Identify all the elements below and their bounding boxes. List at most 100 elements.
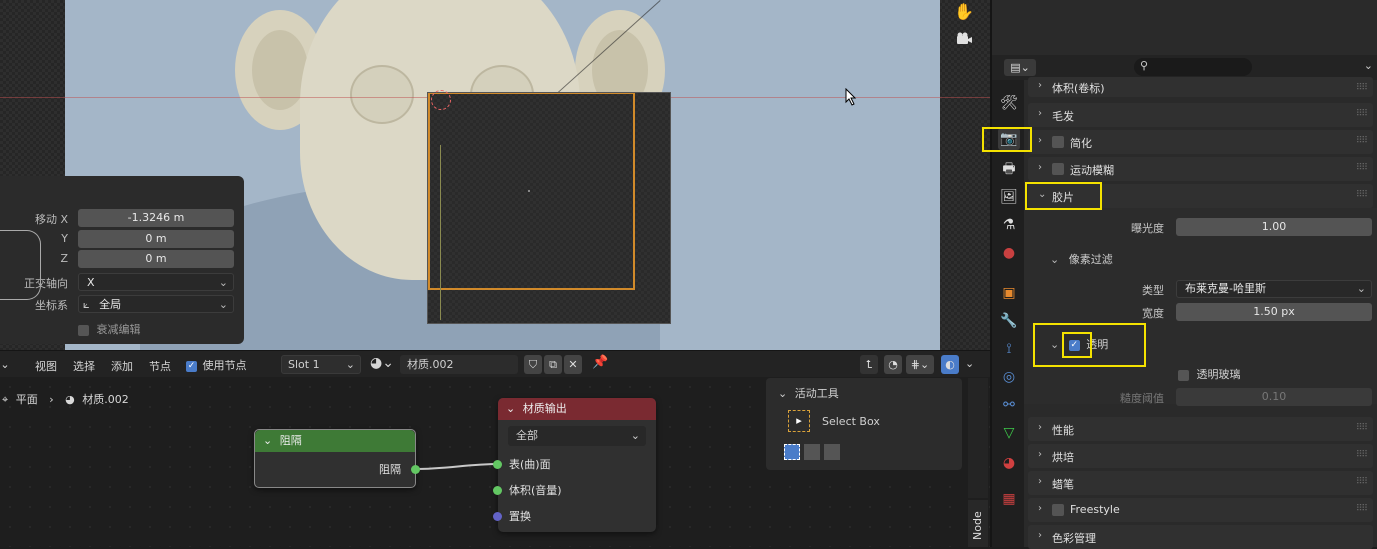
holdout-node[interactable]: ⌄ 阻隔 阻隔 (254, 429, 420, 488)
section-volume[interactable]: › 体积(卷标) ⠿⠿ (1028, 77, 1373, 97)
collapse-chevron-icon[interactable]: ⌄ (506, 402, 515, 415)
3d-viewport[interactable]: ✋ 移动 X -1.3246 m Y 0 m Z 0 m 正交轴向 X ⌄ 坐标… (0, 0, 990, 350)
transparent-glass-checkbox[interactable] (1178, 369, 1189, 381)
roughness-threshold-field[interactable]: 0.10 (1176, 388, 1372, 406)
move-y-field[interactable]: 0 m (78, 230, 234, 248)
ortho-axis-dropdown[interactable]: X ⌄ (78, 273, 234, 291)
material-sphere-icon[interactable]: ◕⌄ (370, 355, 394, 371)
section-motion-blur[interactable]: › 运动模糊 ⠿⠿ (1028, 157, 1373, 181)
snap-magnet-icon[interactable]: ◔ (884, 355, 902, 374)
material-output-header[interactable]: ⌄ 材质输出 (498, 398, 656, 420)
section-performance[interactable]: › 性能 ⠿⠿ (1028, 417, 1373, 441)
particles-tab-icon[interactable]: ⟟ (998, 338, 1020, 360)
drag-grip-icon[interactable]: ⠿⠿ (1356, 163, 1368, 173)
drag-grip-icon[interactable]: ⠿⠿ (1356, 83, 1368, 93)
unlink-x-icon[interactable]: ✕ (564, 355, 582, 374)
drag-grip-icon[interactable]: ⠿⠿ (1356, 190, 1368, 200)
transparent-glass-toggle[interactable]: 透明玻璃 (1178, 366, 1241, 382)
object-tab-icon[interactable]: ▣ (998, 282, 1020, 304)
overlay-icon[interactable]: ◐ (941, 355, 959, 374)
drag-grip-icon[interactable]: ⠿⠿ (1356, 450, 1368, 460)
pin-icon[interactable]: 📌 (592, 355, 608, 370)
drag-grip-icon[interactable]: ⠿⠿ (1356, 109, 1368, 119)
snap-grid-icon[interactable]: ⋕⌄ (906, 355, 934, 374)
fake-user-shield-icon[interactable]: ⛉ (524, 355, 542, 374)
breadcrumb-material[interactable]: 材质.002 (82, 393, 129, 406)
options-chevron-icon[interactable]: ⌄ (1364, 59, 1373, 72)
menu-select[interactable]: 选择 (73, 358, 95, 374)
drag-grip-icon[interactable]: ⠿⠿ (1356, 477, 1368, 487)
editor-chevron-icon[interactable]: ⌄ (0, 355, 10, 374)
mode-subtract-icon[interactable] (824, 444, 840, 460)
menu-view[interactable]: 视图 (35, 358, 57, 374)
data-tab-icon[interactable]: ▽ (998, 422, 1020, 444)
mode-extend-icon[interactable] (804, 444, 820, 460)
texture-tab-icon[interactable]: ▦ (998, 488, 1020, 510)
section-bake[interactable]: › 烘培 ⠿⠿ (1028, 444, 1373, 468)
motion-blur-checkbox[interactable] (1052, 163, 1064, 175)
material-output-node[interactable]: ⌄ 材质输出 全部 ⌄ 表(曲)面 体积(音量) 置换 (493, 398, 656, 532)
collapse-chevron-icon[interactable]: ⌄ (263, 434, 272, 447)
filter-type-dropdown[interactable]: 布莱克曼-哈里斯 ⌄ (1176, 280, 1372, 298)
filter-width-field[interactable]: 1.50 px (1176, 303, 1372, 321)
material-slot-dropdown[interactable]: Slot 1 ⌄ (281, 355, 361, 374)
tool-tab-icon[interactable]: 🛠 (998, 92, 1020, 114)
holdout-node-header[interactable]: ⌄ 阻隔 (255, 430, 415, 452)
expand-chevron-icon: › (1038, 476, 1042, 487)
falloff-checkbox[interactable] (78, 324, 89, 336)
mode-new-icon[interactable] (784, 444, 800, 460)
menu-node[interactable]: 节点 (149, 358, 171, 374)
section-simplify[interactable]: › 简化 ⠿⠿ (1028, 130, 1373, 154)
section-grease-pencil[interactable]: › 蜡笔 ⠿⠿ (1028, 471, 1373, 495)
section-freestyle[interactable]: › Freestyle ⠿⠿ (1028, 498, 1373, 522)
drag-grip-icon[interactable]: ⠿⠿ (1356, 423, 1368, 433)
duplicate-material-icon[interactable]: ⧉ (544, 355, 562, 374)
viewport-nav: ✋ (952, 0, 982, 60)
constraints-tab-icon[interactable]: ⚯ (998, 394, 1020, 416)
scene-tab-icon[interactable]: ⚗ (998, 214, 1020, 236)
surface-input-label: 表(曲)面 (509, 458, 551, 471)
move-z-field[interactable]: 0 m (78, 250, 234, 268)
hand-pan-icon[interactable]: ✋ (952, 0, 976, 24)
section-color-management[interactable]: › 色彩管理 (1028, 525, 1373, 549)
material-tab-icon[interactable]: ◕ (998, 452, 1020, 474)
breadcrumb-object[interactable]: 平面 (16, 393, 38, 406)
check-icon: ✓ (186, 360, 197, 372)
modifier-wrench-icon[interactable]: 🔧 (998, 310, 1020, 332)
simplify-checkbox[interactable] (1052, 136, 1064, 148)
view-layer-tab-icon[interactable]: 🖼 (998, 186, 1020, 208)
menu-add[interactable]: 添加 (111, 358, 133, 374)
material-name-field[interactable]: 材质.002 (400, 355, 518, 374)
3d-cursor (431, 90, 451, 110)
active-tool-header[interactable]: ⌄ 活动工具 (778, 385, 839, 401)
pixel-filter-subpanel[interactable]: ⌄ 像素过滤 (1050, 251, 1113, 267)
highlight-transparent-checkbox (1062, 332, 1092, 358)
drag-grip-icon[interactable]: ⠿⠿ (1356, 504, 1368, 514)
expand-chevron-icon: › (1038, 135, 1042, 146)
collapse-chevron-icon[interactable]: ⌄ (778, 387, 787, 400)
holdout-output-socket[interactable] (411, 465, 420, 474)
output-target-dropdown[interactable]: 全部 ⌄ (508, 426, 646, 446)
world-tab-icon[interactable]: ● (998, 242, 1020, 264)
physics-tab-icon[interactable]: ◎ (998, 366, 1020, 388)
parent-node-tree-icon[interactable]: ⮤ (860, 355, 878, 374)
section-simplify-title: 简化 (1070, 137, 1092, 150)
volume-input-socket[interactable] (493, 486, 502, 495)
select-box-tool-icon[interactable]: ▸ (788, 410, 810, 432)
exposure-field[interactable]: 1.00 (1176, 218, 1372, 236)
move-x-field[interactable]: -1.3246 m (78, 209, 234, 227)
output-tab-icon[interactable]: 🖶 (998, 158, 1020, 180)
displacement-input-socket[interactable] (493, 512, 502, 521)
property-search-input[interactable]: ⚲ (1134, 58, 1252, 76)
section-hair[interactable]: › 毛发 ⠿⠿ (1028, 103, 1373, 127)
falloff-checkbox-wrap[interactable]: 衰减编辑 (78, 321, 141, 337)
coord-system-dropdown[interactable]: ⟀ 全局 ⌄ (78, 295, 234, 313)
freestyle-checkbox[interactable] (1052, 504, 1064, 516)
drag-grip-icon[interactable]: ⠿⠿ (1356, 136, 1368, 146)
use-nodes-toggle[interactable]: ✓ 使用节点 (186, 357, 247, 373)
editor-type-icon[interactable]: ▤⌄ (1004, 59, 1036, 76)
camera-view-icon[interactable] (952, 30, 976, 54)
overlay-chevron-icon[interactable]: ⌄ (965, 357, 974, 370)
surface-input-socket[interactable] (493, 460, 502, 469)
node-sidebar-tab[interactable]: Node (968, 500, 988, 547)
